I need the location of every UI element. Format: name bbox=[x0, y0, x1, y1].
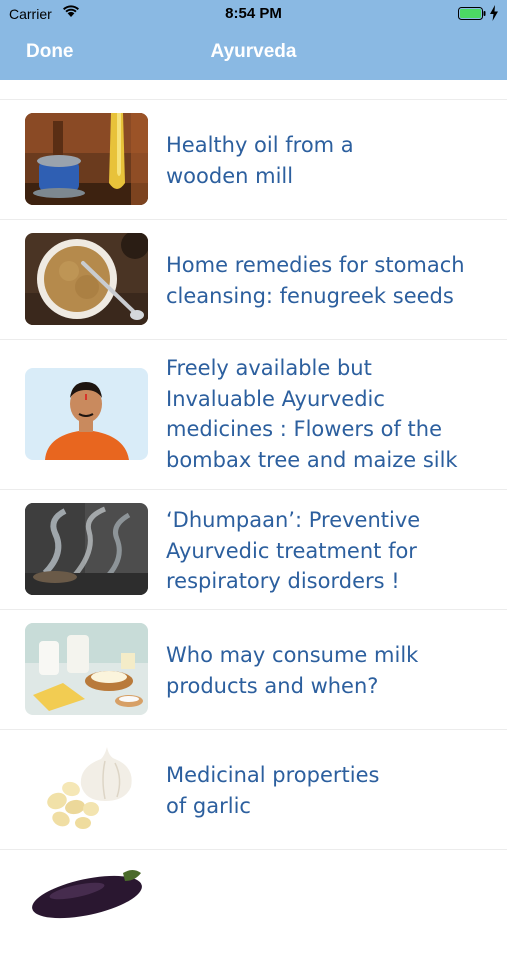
list-item[interactable] bbox=[0, 850, 507, 969]
milk-products-thumbnail bbox=[25, 623, 148, 715]
article-title: Freely available but Invaluable Ayurvedi… bbox=[166, 356, 458, 472]
man-portrait-thumbnail bbox=[25, 368, 148, 460]
wooden-oil-mill-thumbnail bbox=[25, 113, 148, 205]
fenugreek-seeds-thumbnail bbox=[25, 233, 148, 325]
smoke-incense-thumbnail bbox=[25, 503, 148, 595]
list-item[interactable]: ‘Dhumpaan’: Preventive Ayurvedic treatme… bbox=[0, 490, 507, 610]
article-title: Medicinal properties of garlic bbox=[166, 763, 380, 818]
battery-icon bbox=[458, 7, 486, 20]
article-title: Who may consume milk products and when? bbox=[166, 643, 419, 698]
list-item[interactable]: Medicinal properties of garlic bbox=[0, 730, 507, 850]
article-list: Healthy oil from a wooden mill Home reme… bbox=[0, 99, 507, 969]
clock: 8:54 PM bbox=[225, 5, 282, 22]
list-item[interactable]: Freely available but Invaluable Ayurvedi… bbox=[0, 340, 507, 490]
navigation-header: Carrier 8:54 PM Done Ayurveda bbox=[0, 0, 507, 80]
garlic-thumbnail bbox=[25, 743, 148, 835]
list-item[interactable]: Healthy oil from a wooden mill bbox=[0, 100, 507, 220]
list-item[interactable]: Who may consume milk products and when? bbox=[0, 610, 507, 730]
charging-bolt-icon bbox=[490, 5, 498, 21]
article-title: Healthy oil from a wooden mill bbox=[166, 133, 354, 188]
list-item[interactable]: Home remedies for stomach cleansing: fen… bbox=[0, 220, 507, 340]
eggplant-thumbnail bbox=[25, 863, 148, 955]
article-title: ‘Dhumpaan’: Preventive Ayurvedic treatme… bbox=[166, 508, 421, 593]
article-title: Home remedies for stomach cleansing: fen… bbox=[166, 253, 465, 308]
page-title: Ayurveda bbox=[210, 41, 297, 62]
status-bar: Carrier 8:54 PM bbox=[0, 0, 507, 28]
